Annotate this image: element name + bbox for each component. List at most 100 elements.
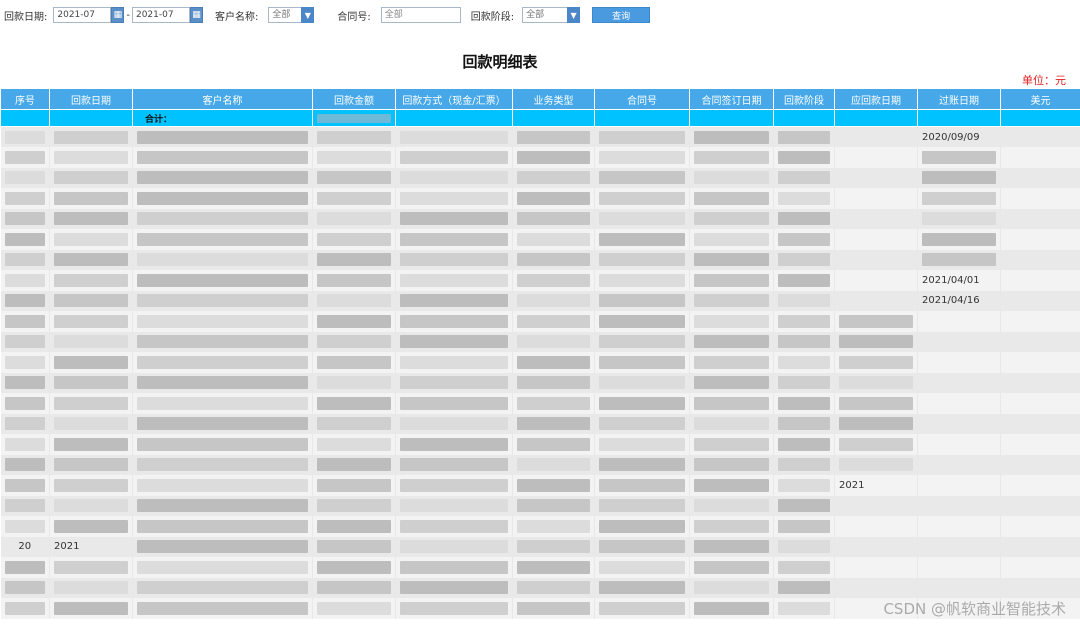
table-cell	[512, 475, 595, 496]
customer-select[interactable]: 全部 ▼	[268, 7, 315, 23]
table-cell	[312, 188, 396, 209]
table-cell	[1000, 109, 1080, 127]
table-cell	[689, 290, 774, 311]
table-row[interactable]	[0, 454, 1080, 475]
customer-select-value: 全部	[268, 7, 302, 23]
table-cell	[132, 208, 313, 229]
table-cell	[594, 126, 690, 147]
table-row[interactable]: 2021	[0, 475, 1080, 496]
column-header-payment-method[interactable]: 回款方式（现金/汇票）	[395, 88, 513, 110]
table-row[interactable]	[0, 249, 1080, 270]
column-header-payment-date[interactable]: 回款日期	[49, 88, 133, 110]
table-row[interactable]: 2020/09/09	[0, 126, 1080, 147]
table-cell	[395, 413, 513, 434]
table-row[interactable]	[0, 557, 1080, 578]
sum-label: 合计：	[132, 109, 313, 127]
table-cell	[49, 167, 133, 188]
table-cell	[1000, 331, 1080, 352]
column-header-contract-no[interactable]: 合同号	[594, 88, 690, 110]
table-cell	[312, 311, 396, 332]
table-row[interactable]	[0, 393, 1080, 414]
table-cell	[689, 229, 774, 250]
column-header-due-date[interactable]: 应回款日期	[834, 88, 918, 110]
table-row[interactable]	[0, 229, 1080, 250]
index-cell: 20	[0, 536, 50, 557]
date-from-input[interactable]: 2021-07	[53, 7, 112, 23]
table-cell	[689, 188, 774, 209]
column-header-usd[interactable]: 美元	[1000, 88, 1080, 110]
table-row[interactable]	[0, 331, 1080, 352]
column-header-index[interactable]: 序号	[0, 88, 50, 110]
date-to-input[interactable]: 2021-07	[131, 7, 190, 23]
table-cell	[917, 109, 1001, 127]
table-cell	[132, 475, 313, 496]
table-cell	[49, 577, 133, 598]
table-cell	[773, 495, 835, 516]
column-header-business-type[interactable]: 业务类型	[512, 88, 595, 110]
table-cell	[512, 167, 595, 188]
table-row[interactable]	[0, 413, 1080, 434]
table-cell	[1000, 229, 1080, 250]
query-button[interactable]: 查询	[592, 7, 651, 23]
table-cell	[132, 147, 313, 168]
table-cell	[132, 249, 313, 270]
table-cell	[689, 536, 774, 557]
table-row[interactable]	[0, 208, 1080, 229]
table-cell	[594, 229, 690, 250]
table-row[interactable]: 20 2021	[0, 536, 1080, 557]
contract-input[interactable]: 全部	[380, 7, 461, 23]
table-cell	[834, 147, 918, 168]
table-cell	[917, 495, 1001, 516]
table-cell	[834, 270, 918, 291]
table-row[interactable]	[0, 188, 1080, 209]
table-cell	[917, 475, 1001, 496]
table-cell	[395, 372, 513, 393]
chevron-down-icon[interactable]: ▼	[567, 7, 581, 23]
table-row[interactable]	[0, 147, 1080, 168]
table-cell	[594, 475, 690, 496]
table-cell	[594, 516, 690, 537]
table-cell	[49, 188, 133, 209]
table-row[interactable]	[0, 372, 1080, 393]
column-header-post-date[interactable]: 过账日期	[917, 88, 1001, 110]
column-header-customer-name[interactable]: 客户名称	[132, 88, 313, 110]
table-cell	[1000, 434, 1080, 455]
table-row[interactable]: 2021/04/01	[0, 270, 1080, 291]
table-cell	[312, 229, 396, 250]
column-header-payment-stage[interactable]: 回款阶段	[773, 88, 835, 110]
table-cell	[689, 475, 774, 496]
table-cell	[1000, 495, 1080, 516]
table-row[interactable]: 2021/04/16	[0, 290, 1080, 311]
table-cell	[132, 331, 313, 352]
table-cell	[834, 413, 918, 434]
table-cell	[773, 557, 835, 578]
table-cell	[594, 495, 690, 516]
post-date-cell: 2021/04/16	[917, 290, 1001, 311]
table-cell	[0, 598, 50, 619]
table-row[interactable]	[0, 516, 1080, 537]
table-row[interactable]	[0, 352, 1080, 373]
table-cell	[49, 413, 133, 434]
table-cell	[395, 393, 513, 414]
table-cell	[132, 311, 313, 332]
sum-row: 合计：	[0, 109, 1080, 127]
chevron-down-icon[interactable]: ▼	[301, 7, 315, 23]
table-row[interactable]	[0, 167, 1080, 188]
column-header-contract-date[interactable]: 合同签订日期	[689, 88, 774, 110]
table-cell	[689, 311, 774, 332]
table-cell	[132, 393, 313, 414]
table-cell	[917, 557, 1001, 578]
table-row[interactable]	[0, 434, 1080, 455]
calendar-icon[interactable]: ▦	[111, 7, 125, 23]
table-row[interactable]	[0, 577, 1080, 598]
column-header-payment-amount[interactable]: 回款金额	[312, 88, 396, 110]
report-table-container[interactable]: 序号 回款日期 客户名称 回款金额 回款方式（现金/汇票） 业务类型 合同号 合…	[0, 88, 1080, 629]
table-cell	[512, 598, 595, 619]
table-row[interactable]	[0, 311, 1080, 332]
table-cell	[834, 229, 918, 250]
calendar-icon[interactable]: ▦	[189, 7, 203, 23]
table-cell	[395, 147, 513, 168]
stage-select[interactable]: 全部 ▼	[522, 7, 581, 23]
table-header-row: 序号 回款日期 客户名称 回款金额 回款方式（现金/汇票） 业务类型 合同号 合…	[0, 88, 1080, 110]
table-row[interactable]	[0, 495, 1080, 516]
